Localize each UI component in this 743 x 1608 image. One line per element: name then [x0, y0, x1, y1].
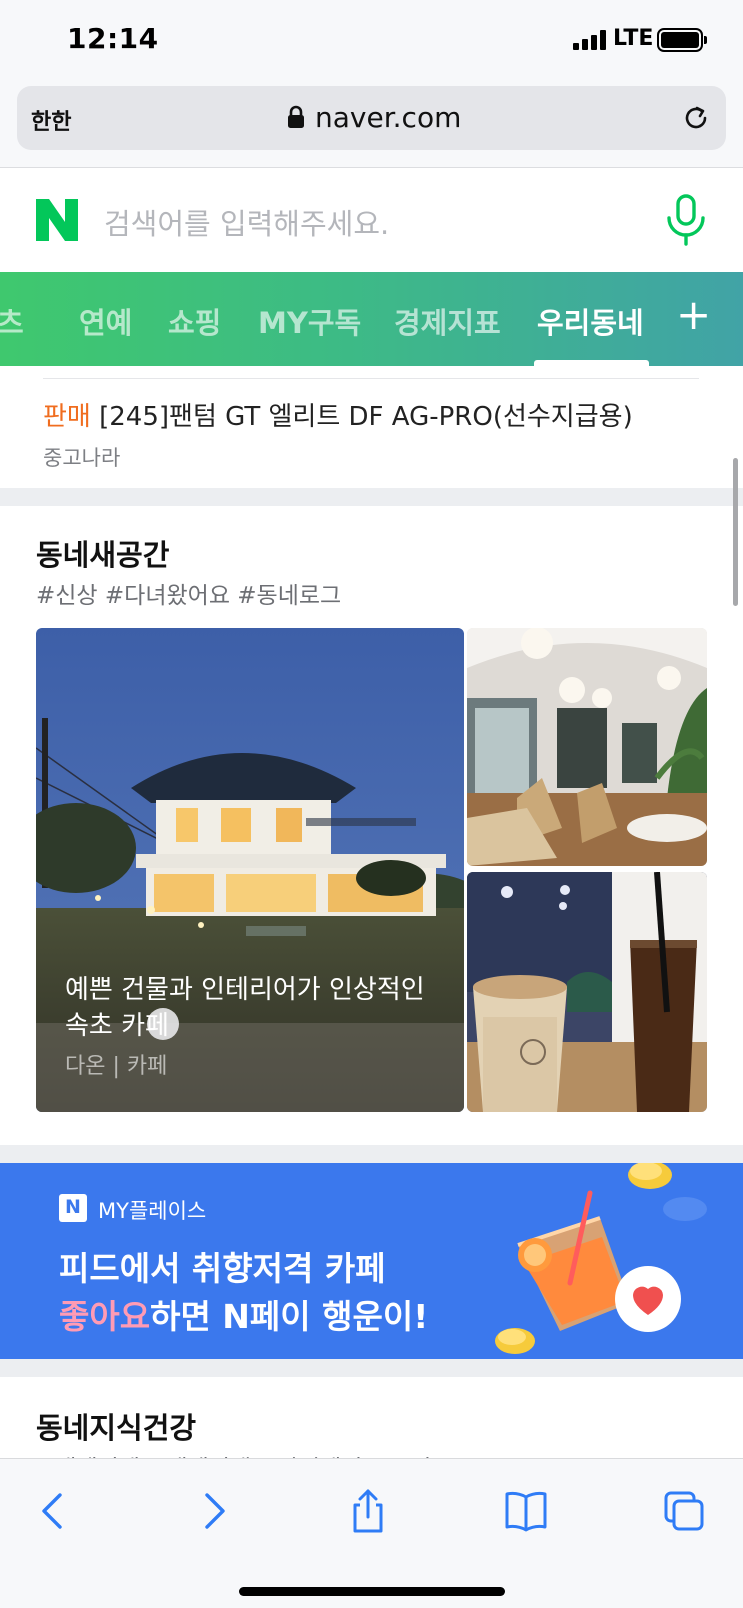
section-tags: #신상 #다녀왔어요 #동네로그	[36, 583, 342, 609]
network-type: LTE	[613, 26, 654, 51]
section-title: 동네새공간	[36, 538, 170, 572]
listing-title[interactable]: [245]팬텀 GT 엘리트 DF AG-PRO(선수지급용)	[99, 402, 633, 432]
forward-arrow-icon[interactable]	[191, 1487, 235, 1535]
banner-highlight: 좋아요	[59, 1297, 151, 1336]
tab-shopping[interactable]: 쇼핑	[168, 300, 221, 342]
tab-my-subscription[interactable]: MY구독	[258, 300, 361, 342]
bookmarks-icon[interactable]	[503, 1487, 549, 1535]
feature-meta: 다온 | 카페	[65, 1054, 168, 1079]
cellular-signal-icon	[573, 30, 607, 50]
reload-icon[interactable]	[680, 102, 712, 134]
section-title: 동네지식건강	[36, 1411, 197, 1445]
reader-options-button[interactable]: 한한	[31, 104, 71, 136]
add-tab-button[interactable]: +	[676, 290, 711, 339]
browser-toolbar	[0, 1458, 743, 1608]
promo-banner[interactable]: N MY플레이스 피드에서 취향저격 카페 좋아요하면 N페이 행운이!	[0, 1163, 743, 1359]
coffee-photo[interactable]	[467, 872, 707, 1112]
status-bar: 12:14 LTE	[0, 0, 743, 84]
status-time: 12:14	[67, 22, 159, 55]
url-text: naver.com	[315, 100, 462, 134]
microphone-icon[interactable]	[664, 194, 708, 246]
address-bar[interactable]: 한한 naver.com	[17, 86, 726, 150]
listing-source: 중고나라	[43, 446, 121, 470]
banner-subheadline-text: 하면 N페이 행운이!	[150, 1297, 429, 1336]
scrollbar[interactable]	[733, 458, 738, 606]
naver-n-icon: N	[59, 1194, 87, 1222]
browser-address-area: 한한 naver.com	[0, 84, 743, 168]
section-divider	[0, 488, 743, 506]
tab-economy[interactable]: 경제지표	[394, 300, 501, 342]
banner-headline: 피드에서 취향저격 카페	[59, 1249, 386, 1288]
section-divider	[0, 1359, 743, 1377]
battery-icon	[657, 28, 707, 52]
tabs-icon[interactable]	[662, 1487, 706, 1535]
banner-label: MY플레이스	[98, 1199, 207, 1223]
search-row: 검색어를 입력해주세요.	[0, 168, 743, 272]
category-tab-bar: 츠 연예 쇼핑 MY구독 경제지표 우리동네 +	[0, 272, 743, 366]
listing-title-line: 판매 [245]팬텀 GT 엘리트 DF AG-PRO(선수지급용)	[43, 396, 633, 433]
list-item[interactable]: 판매 [245]팬텀 GT 엘리트 DF AG-PRO(선수지급용) 중고나라	[0, 366, 743, 488]
juice-heart-illustration	[495, 1163, 707, 1354]
tab-neighborhood[interactable]: 우리동네	[537, 300, 644, 342]
url-display[interactable]: naver.com	[287, 99, 461, 135]
tab-entertainment[interactable]: 연예	[79, 300, 132, 342]
section-divider	[0, 1145, 743, 1163]
home-indicator	[239, 1587, 505, 1596]
feature-photo-card[interactable]: 예쁜 건물과 인테리어가 인상적인 속초 카페 다온 | 카페	[36, 628, 464, 1112]
tab-sports[interactable]: 츠	[0, 300, 24, 342]
search-input[interactable]: 검색어를 입력해주세요.	[104, 201, 389, 243]
naver-logo-icon[interactable]	[36, 199, 78, 241]
back-arrow-icon[interactable]	[32, 1487, 76, 1535]
divider	[43, 378, 699, 379]
interior-photo[interactable]	[467, 628, 707, 866]
sale-badge: 판매	[43, 402, 91, 432]
feature-caption: 예쁜 건물과 인테리어가 인상적인 속초 카페	[65, 975, 425, 1041]
banner-subheadline: 좋아요하면 N페이 행운이!	[59, 1290, 428, 1338]
share-icon[interactable]	[346, 1487, 390, 1535]
lock-icon	[288, 105, 304, 128]
